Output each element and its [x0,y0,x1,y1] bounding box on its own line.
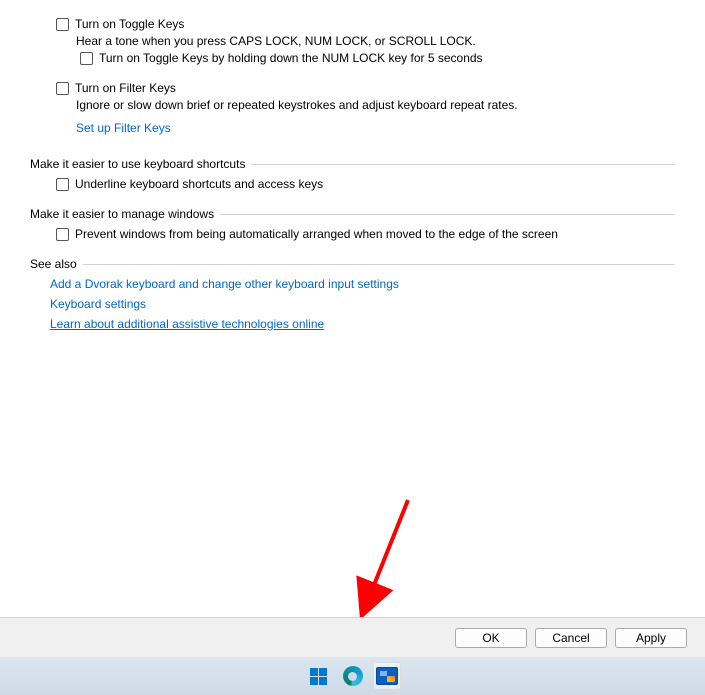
toggle-keys-label: Turn on Toggle Keys [75,17,184,31]
apply-button[interactable]: Apply [615,628,687,648]
settings-content: Turn on Toggle Keys Hear a tone when you… [0,0,705,637]
section-windows: Make it easier to manage windows [30,207,675,221]
divider [220,214,675,215]
divider [83,264,675,265]
setup-filter-keys-link[interactable]: Set up Filter Keys [76,121,171,135]
edge-icon [343,666,363,686]
taskbar [0,657,705,695]
edge-taskbar-button[interactable] [339,662,367,690]
section-see-also: See also [30,257,675,271]
filter-keys-desc: Ignore or slow down brief or repeated ke… [76,98,675,112]
section-shortcuts: Make it easier to use keyboard shortcuts [30,157,675,171]
underline-shortcuts-label: Underline keyboard shortcuts and access … [75,177,323,191]
see-also-link-dvorak[interactable]: Add a Dvorak keyboard and change other k… [50,277,675,291]
cancel-button[interactable]: Cancel [535,628,607,648]
prevent-arrange-label: Prevent windows from being automatically… [75,227,558,241]
ok-button[interactable]: OK [455,628,527,648]
toggle-keys-desc: Hear a tone when you press CAPS LOCK, NU… [76,34,675,48]
toggle-keys-checkbox[interactable] [56,18,69,31]
see-also-link-assistive-tech[interactable]: Learn about additional assistive technol… [50,317,675,331]
control-panel-icon [376,667,398,685]
filter-keys-checkbox[interactable] [56,82,69,95]
see-also-link-keyboard-settings[interactable]: Keyboard settings [50,297,675,311]
start-button[interactable] [305,662,333,690]
dialog-button-bar: OK Cancel Apply [0,617,705,657]
toggle-keys-numlock-checkbox[interactable] [80,52,93,65]
section-windows-title: Make it easier to manage windows [30,207,214,221]
prevent-arrange-checkbox[interactable] [56,228,69,241]
section-see-also-title: See also [30,257,77,271]
divider [251,164,675,165]
toggle-keys-numlock-label: Turn on Toggle Keys by holding down the … [99,51,483,65]
underline-shortcuts-checkbox[interactable] [56,178,69,191]
windows-logo-icon [310,668,327,685]
section-shortcuts-title: Make it easier to use keyboard shortcuts [30,157,245,171]
filter-keys-label: Turn on Filter Keys [75,81,176,95]
control-panel-taskbar-button[interactable] [373,662,401,690]
